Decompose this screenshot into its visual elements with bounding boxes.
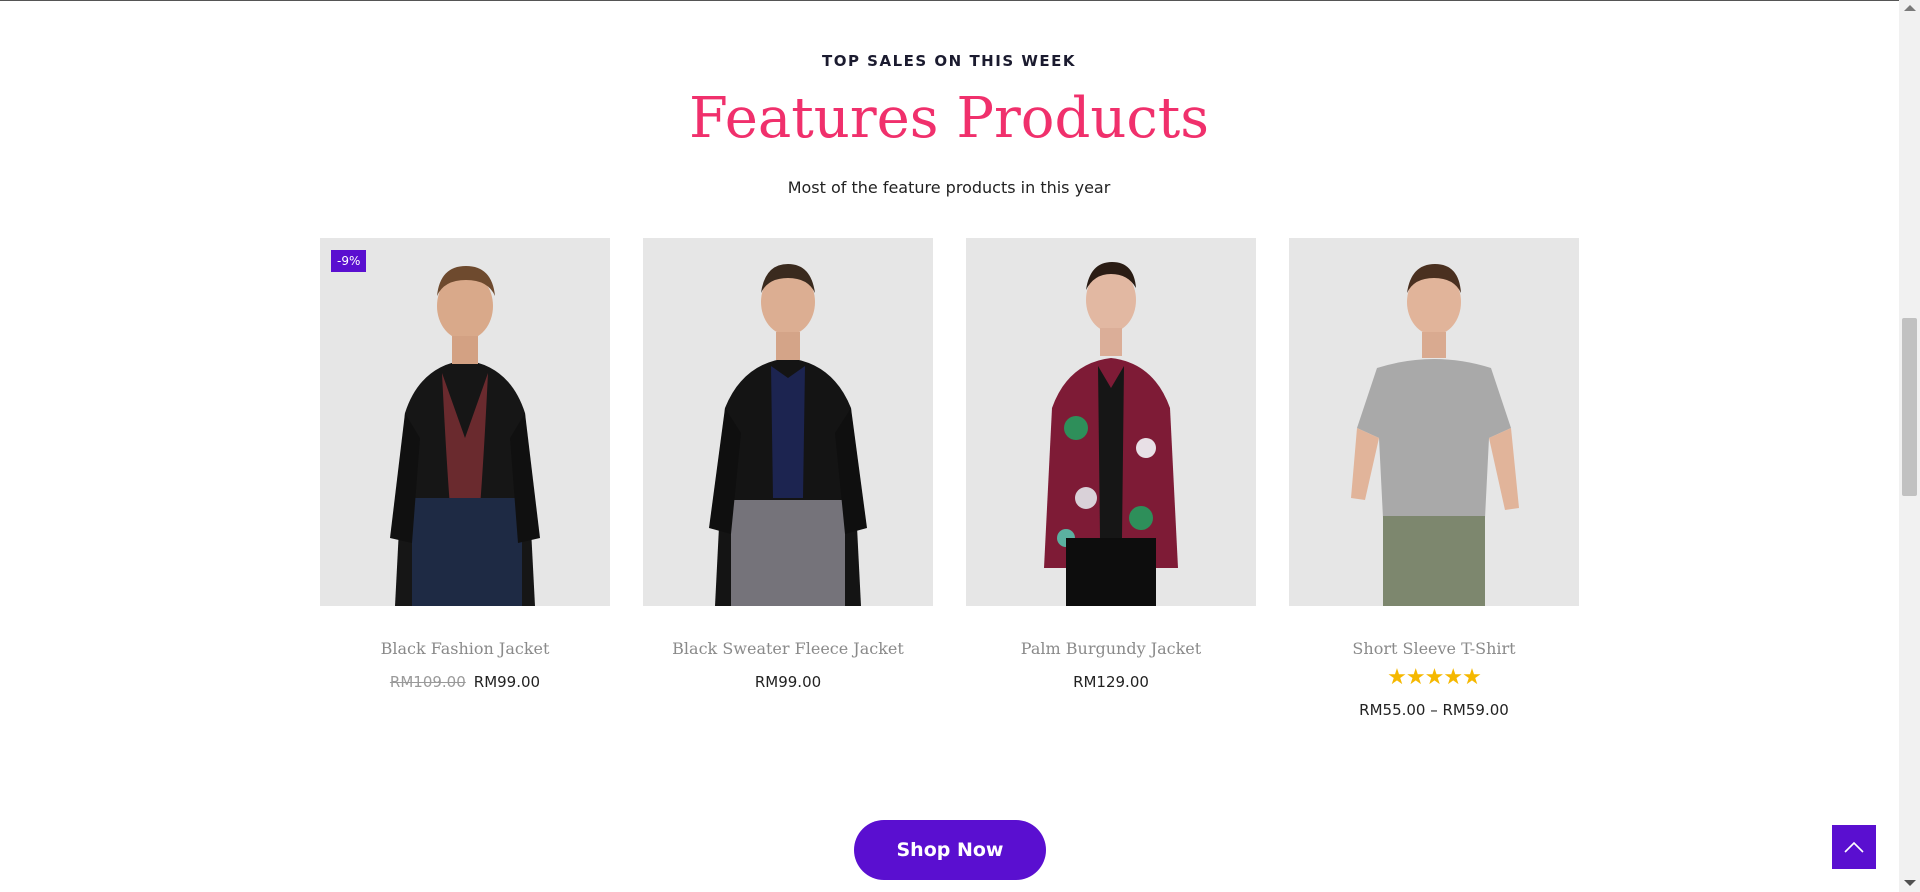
top-divider bbox=[0, 0, 1920, 1]
product-price: RM55.00 – RM59.00 bbox=[1289, 701, 1579, 719]
product-price: RM129.00 bbox=[966, 673, 1256, 691]
product-image[interactable] bbox=[1289, 238, 1579, 606]
sale-price: RM99.00 bbox=[473, 673, 541, 691]
scrollbar-thumb[interactable] bbox=[1902, 318, 1917, 496]
product-card[interactable]: -9% Black Fashion Jacket RM109.00 RM99.00 bbox=[320, 238, 610, 691]
shop-now-button[interactable]: Shop Now bbox=[854, 820, 1046, 880]
scroll-down-arrow-icon[interactable] bbox=[1904, 880, 1916, 886]
product-name[interactable]: Black Sweater Fleece Jacket bbox=[643, 639, 933, 658]
regular-price: RM99.00 bbox=[754, 673, 822, 691]
section-title: Features Products bbox=[688, 86, 1210, 151]
product-price: RM99.00 bbox=[643, 673, 933, 691]
product-name[interactable]: Short Sleeve T-Shirt bbox=[1289, 639, 1579, 658]
star-icon: ★ bbox=[1443, 664, 1463, 689]
section-subtitle: Most of the feature products in this yea… bbox=[787, 178, 1111, 197]
scroll-up-arrow-icon[interactable] bbox=[1904, 5, 1916, 11]
product-card[interactable]: Black Sweater Fleece Jacket RM99.00 bbox=[643, 238, 933, 691]
chevron-up-icon bbox=[1844, 841, 1864, 853]
discount-badge: -9% bbox=[331, 250, 367, 272]
product-image[interactable] bbox=[966, 238, 1256, 606]
product-card[interactable]: Palm Burgundy Jacket RM129.00 bbox=[966, 238, 1256, 691]
man-tshirt-photo bbox=[1289, 238, 1579, 606]
section-kicker: TOP SALES ON THIS WEEK bbox=[821, 52, 1077, 70]
product-card[interactable]: Short Sleeve T-Shirt ★★★★★ RM55.00 – RM5… bbox=[1289, 238, 1579, 719]
price-range: RM55.00 – RM59.00 bbox=[1359, 701, 1509, 719]
original-price: RM109.00 bbox=[389, 673, 466, 691]
star-icon: ★ bbox=[1424, 664, 1445, 689]
star-icon: ★ bbox=[1387, 664, 1407, 689]
product-price: RM109.00 RM99.00 bbox=[320, 673, 610, 691]
product-name[interactable]: Black Fashion Jacket bbox=[320, 639, 610, 658]
product-name[interactable]: Palm Burgundy Jacket bbox=[966, 639, 1256, 658]
man-fashion-jacket-photo bbox=[320, 238, 610, 606]
man-palm-jacket-photo bbox=[966, 238, 1256, 606]
product-image[interactable]: -9% bbox=[320, 238, 610, 606]
product-image[interactable] bbox=[643, 238, 933, 606]
regular-price: RM129.00 bbox=[1073, 673, 1149, 691]
star-icon: ★ bbox=[1462, 664, 1482, 689]
star-icon: ★ bbox=[1405, 664, 1426, 689]
star-rating: ★★★★★ bbox=[1289, 666, 1579, 689]
back-to-top-button[interactable] bbox=[1832, 825, 1876, 869]
man-fleece-jacket-photo bbox=[643, 238, 933, 606]
